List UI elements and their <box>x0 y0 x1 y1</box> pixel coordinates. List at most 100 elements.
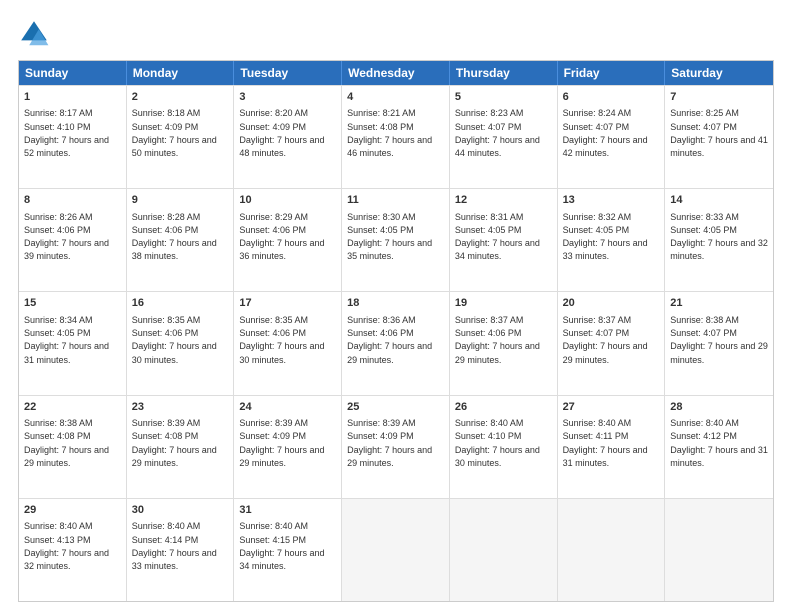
calendar-cell: 11 Sunrise: 8:30 AMSunset: 4:05 PMDayligh… <box>342 189 450 291</box>
calendar-cell: 14 Sunrise: 8:33 AMSunset: 4:05 PMDayligh… <box>665 189 773 291</box>
day-number: 28 <box>670 400 768 415</box>
calendar-cell: 28 Sunrise: 8:40 AMSunset: 4:12 PMDayligh… <box>665 396 773 498</box>
calendar-week-3: 15 Sunrise: 8:34 AMSunset: 4:05 PMDayligh… <box>19 291 773 394</box>
calendar-cell: 26 Sunrise: 8:40 AMSunset: 4:10 PMDayligh… <box>450 396 558 498</box>
cell-info: Sunrise: 8:32 AMSunset: 4:05 PMDaylight:… <box>563 212 648 262</box>
day-number: 29 <box>24 503 121 518</box>
cell-info: Sunrise: 8:35 AMSunset: 4:06 PMDaylight:… <box>132 315 217 365</box>
page: Sunday Monday Tuesday Wednesday Thursday… <box>0 0 792 612</box>
cell-info: Sunrise: 8:40 AMSunset: 4:12 PMDaylight:… <box>670 418 768 468</box>
calendar-week-4: 22 Sunrise: 8:38 AMSunset: 4:08 PMDayligh… <box>19 395 773 498</box>
header-monday: Monday <box>127 61 235 85</box>
cell-info: Sunrise: 8:40 AMSunset: 4:11 PMDaylight:… <box>563 418 648 468</box>
calendar-cell <box>665 499 773 601</box>
logo-icon <box>18 18 50 50</box>
calendar-cell: 9 Sunrise: 8:28 AMSunset: 4:06 PMDaylight… <box>127 189 235 291</box>
calendar-cell: 21Sunrise: 8:38 AMSunset: 4:07 PMDayligh… <box>665 292 773 394</box>
cell-info: Sunrise: 8:37 AMSunset: 4:07 PMDaylight:… <box>563 315 648 365</box>
cell-info: Sunrise: 8:40 AMSunset: 4:10 PMDaylight:… <box>455 418 540 468</box>
calendar-cell: 25 Sunrise: 8:39 AMSunset: 4:09 PMDayligh… <box>342 396 450 498</box>
header <box>18 18 774 50</box>
calendar-cell <box>450 499 558 601</box>
day-number: 19 <box>455 296 552 311</box>
day-number: 27 <box>563 400 660 415</box>
cell-info: Sunrise: 8:17 AMSunset: 4:10 PMDaylight:… <box>24 108 109 158</box>
cell-info: Sunrise: 8:40 AMSunset: 4:14 PMDaylight:… <box>132 521 217 571</box>
calendar-cell: 31 Sunrise: 8:40 AMSunset: 4:15 PMDayligh… <box>234 499 342 601</box>
calendar-cell: 22 Sunrise: 8:38 AMSunset: 4:08 PMDayligh… <box>19 396 127 498</box>
day-number: 9 <box>132 193 229 208</box>
cell-info: Sunrise: 8:33 AMSunset: 4:05 PMDaylight:… <box>670 212 768 262</box>
header-wednesday: Wednesday <box>342 61 450 85</box>
day-number: 5 <box>455 90 552 105</box>
calendar-cell: 17 Sunrise: 8:35 AMSunset: 4:06 PMDayligh… <box>234 292 342 394</box>
calendar-week-1: 1Sunrise: 8:17 AMSunset: 4:10 PMDaylight… <box>19 85 773 188</box>
cell-info: Sunrise: 8:38 AMSunset: 4:07 PMDaylight:… <box>670 315 768 365</box>
calendar-body: 1Sunrise: 8:17 AMSunset: 4:10 PMDaylight… <box>19 85 773 601</box>
header-thursday: Thursday <box>450 61 558 85</box>
day-number: 8 <box>24 193 121 208</box>
cell-info: Sunrise: 8:28 AMSunset: 4:06 PMDaylight:… <box>132 212 217 262</box>
calendar-cell: 16Sunrise: 8:35 AMSunset: 4:06 PMDayligh… <box>127 292 235 394</box>
day-number: 22 <box>24 400 121 415</box>
calendar-cell: 30Sunrise: 8:40 AMSunset: 4:14 PMDayligh… <box>127 499 235 601</box>
day-number: 20 <box>563 296 660 311</box>
cell-info: Sunrise: 8:31 AMSunset: 4:05 PMDaylight:… <box>455 212 540 262</box>
day-number: 23 <box>132 400 229 415</box>
cell-info: Sunrise: 8:36 AMSunset: 4:06 PMDaylight:… <box>347 315 432 365</box>
day-number: 25 <box>347 400 444 415</box>
calendar-header: Sunday Monday Tuesday Wednesday Thursday… <box>19 61 773 85</box>
calendar-cell: 13 Sunrise: 8:32 AMSunset: 4:05 PMDayligh… <box>558 189 666 291</box>
calendar-cell: 19Sunrise: 8:37 AMSunset: 4:06 PMDayligh… <box>450 292 558 394</box>
cell-info: Sunrise: 8:18 AMSunset: 4:09 PMDaylight:… <box>132 108 217 158</box>
calendar-cell: 29 Sunrise: 8:40 AMSunset: 4:13 PMDayligh… <box>19 499 127 601</box>
cell-info: Sunrise: 8:30 AMSunset: 4:05 PMDaylight:… <box>347 212 432 262</box>
calendar-cell: 7 Sunrise: 8:25 AMSunset: 4:07 PMDaylight… <box>665 86 773 188</box>
day-number: 14 <box>670 193 768 208</box>
calendar-cell: 18 Sunrise: 8:36 AMSunset: 4:06 PMDayligh… <box>342 292 450 394</box>
cell-info: Sunrise: 8:23 AMSunset: 4:07 PMDaylight:… <box>455 108 540 158</box>
calendar-cell: 8Sunrise: 8:26 AMSunset: 4:06 PMDaylight… <box>19 189 127 291</box>
cell-info: Sunrise: 8:29 AMSunset: 4:06 PMDaylight:… <box>239 212 324 262</box>
cell-info: Sunrise: 8:21 AMSunset: 4:08 PMDaylight:… <box>347 108 432 158</box>
calendar-cell: 27 Sunrise: 8:40 AMSunset: 4:11 PMDayligh… <box>558 396 666 498</box>
calendar-cell: 2Sunrise: 8:18 AMSunset: 4:09 PMDaylight… <box>127 86 235 188</box>
calendar-cell <box>342 499 450 601</box>
cell-info: Sunrise: 8:40 AMSunset: 4:15 PMDaylight:… <box>239 521 324 571</box>
day-number: 15 <box>24 296 121 311</box>
logo <box>18 18 56 50</box>
day-number: 13 <box>563 193 660 208</box>
calendar-cell: 20 Sunrise: 8:37 AMSunset: 4:07 PMDayligh… <box>558 292 666 394</box>
header-tuesday: Tuesday <box>234 61 342 85</box>
day-number: 3 <box>239 90 336 105</box>
day-number: 10 <box>239 193 336 208</box>
calendar-cell: 6Sunrise: 8:24 AMSunset: 4:07 PMDaylight… <box>558 86 666 188</box>
day-number: 26 <box>455 400 552 415</box>
calendar-cell <box>558 499 666 601</box>
cell-info: Sunrise: 8:39 AMSunset: 4:08 PMDaylight:… <box>132 418 217 468</box>
calendar: Sunday Monday Tuesday Wednesday Thursday… <box>18 60 774 602</box>
day-number: 12 <box>455 193 552 208</box>
calendar-cell: 5 Sunrise: 8:23 AMSunset: 4:07 PMDaylight… <box>450 86 558 188</box>
day-number: 6 <box>563 90 660 105</box>
day-number: 17 <box>239 296 336 311</box>
day-number: 18 <box>347 296 444 311</box>
cell-info: Sunrise: 8:39 AMSunset: 4:09 PMDaylight:… <box>239 418 324 468</box>
cell-info: Sunrise: 8:39 AMSunset: 4:09 PMDaylight:… <box>347 418 432 468</box>
day-number: 11 <box>347 193 444 208</box>
day-number: 7 <box>670 90 768 105</box>
cell-info: Sunrise: 8:25 AMSunset: 4:07 PMDaylight:… <box>670 108 768 158</box>
calendar-cell: 23 Sunrise: 8:39 AMSunset: 4:08 PMDayligh… <box>127 396 235 498</box>
header-friday: Friday <box>558 61 666 85</box>
cell-info: Sunrise: 8:35 AMSunset: 4:06 PMDaylight:… <box>239 315 324 365</box>
calendar-cell: 4 Sunrise: 8:21 AMSunset: 4:08 PMDaylight… <box>342 86 450 188</box>
day-number: 24 <box>239 400 336 415</box>
day-number: 31 <box>239 503 336 518</box>
cell-info: Sunrise: 8:40 AMSunset: 4:13 PMDaylight:… <box>24 521 109 571</box>
cell-info: Sunrise: 8:34 AMSunset: 4:05 PMDaylight:… <box>24 315 109 365</box>
calendar-week-5: 29 Sunrise: 8:40 AMSunset: 4:13 PMDayligh… <box>19 498 773 601</box>
cell-info: Sunrise: 8:38 AMSunset: 4:08 PMDaylight:… <box>24 418 109 468</box>
calendar-cell: 3Sunrise: 8:20 AMSunset: 4:09 PMDaylight… <box>234 86 342 188</box>
day-number: 4 <box>347 90 444 105</box>
calendar-week-2: 8Sunrise: 8:26 AMSunset: 4:06 PMDaylight… <box>19 188 773 291</box>
